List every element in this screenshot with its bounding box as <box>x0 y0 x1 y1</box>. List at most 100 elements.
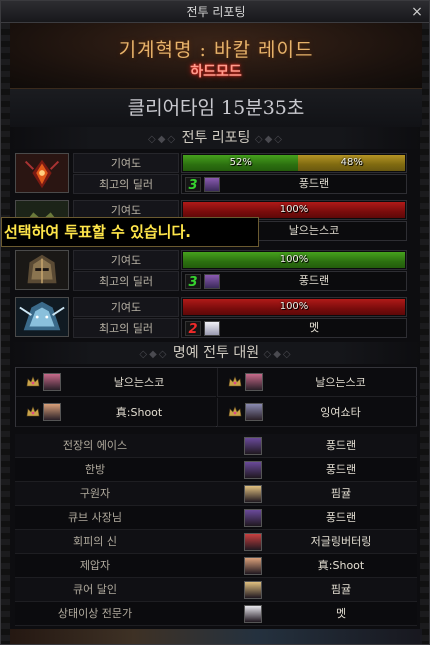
award-winner-name: 핌귤 <box>330 583 352 596</box>
report-row-grid: 기여도 최고의 딜러 100% 2 멧 <box>73 297 409 339</box>
diamond-ornament-icon: ◇◆◇ <box>263 349 293 360</box>
award-title: 상태이상 전문가 <box>57 607 133 620</box>
award-title: 구원자 <box>79 487 111 500</box>
party-number-badge: 3 <box>185 177 201 193</box>
dealer-name: 멧 <box>308 321 320 334</box>
diamond-ornament-icon: ◇◆◇ <box>148 134 178 145</box>
window-title: 전투 리포팅 <box>186 5 246 19</box>
award-winner-name: 저글링버터링 <box>310 535 372 548</box>
honor-heading: ◇◆◇ 명예 전투 대원 ◇◆◇ <box>10 342 422 364</box>
crown-icon <box>228 376 242 388</box>
close-button[interactable]: × <box>409 1 425 23</box>
raid-name: 기계혁명 : 바칼 레이드 <box>118 39 314 61</box>
honor-member-name: 날으는스코 <box>315 376 366 389</box>
top-dealer-label: 최고의 딜러 <box>73 174 179 194</box>
award-row[interactable]: 큐어 달인 핌귤 <box>15 578 417 602</box>
honor-member[interactable]: 잉여쇼타 <box>217 398 417 427</box>
diamond-ornament-icon: ◇◆◇ <box>254 134 284 145</box>
contribution-label: 기여도 <box>73 297 179 317</box>
award-title: 전장의 에이스 <box>62 439 128 452</box>
award-row[interactable]: 회피의 신 저글링버터링 <box>15 530 417 554</box>
honor-member-name: 真:Shoot <box>115 406 163 419</box>
party-number-badge: 3 <box>185 274 201 290</box>
honor-member-name: 잉여쇼타 <box>320 406 361 419</box>
award-winner-name: 真:Shoot <box>317 559 365 572</box>
award-title: 회피의 신 <box>73 535 117 548</box>
contribution-label: 기여도 <box>73 250 179 270</box>
honor-member-avatar <box>245 373 263 391</box>
contribution-bar: 100% <box>181 297 407 317</box>
honor-members-grid: 날으는스코 날으는스코 真:Shoot 잉여쇼타 <box>15 367 417 427</box>
report-row[interactable]: 기여도 최고의 딜러 52% 48% 3 풍드랜 <box>15 153 409 195</box>
award-winner-avatar <box>244 605 262 623</box>
award-title: 제압자 <box>79 559 111 572</box>
award-winner-name: 풍드랜 <box>325 439 357 452</box>
top-dealer-cell: 3 풍드랜 <box>181 174 407 194</box>
contribution-segment: 48% <box>298 155 405 171</box>
award-row[interactable]: 구원자 핌귤 <box>15 482 417 506</box>
report-row[interactable]: 기여도 최고의 딜러 100% 3 풍드랜 <box>15 250 409 292</box>
dealer-name: 풍드랜 <box>298 177 330 190</box>
dealer-name: 풍드랜 <box>298 274 330 287</box>
top-dealer-label: 최고의 딜러 <box>73 318 179 338</box>
clear-time: 클리어타임 15분35초 <box>10 89 422 127</box>
party-number-badge: 2 <box>185 321 201 337</box>
award-title: 큐어 달인 <box>73 583 117 596</box>
battle-report-heading-text: 전투 리포팅 <box>181 130 251 146</box>
crown-icon <box>228 406 242 418</box>
honor-member-name: 날으는스코 <box>113 376 165 389</box>
award-title: 큐브 사장님 <box>67 511 123 524</box>
contribution-bar: 52% 48% <box>181 153 407 173</box>
dealer-avatar <box>204 321 220 336</box>
diamond-ornament-icon: ◇◆◇ <box>139 349 169 360</box>
helmet-boss-icon <box>15 250 69 290</box>
report-row-grid: 기여도 최고의 딜러 52% 48% 3 풍드랜 <box>73 153 409 195</box>
award-winner-name: 멧 <box>335 607 347 620</box>
awards-list: 전장의 에이스 풍드랜 한방 풍드랜 구원자 핌귤 큐브 사장님 풍드랜 회피의 신 저글링버터링… <box>15 434 417 626</box>
crown-icon <box>26 406 40 418</box>
award-winner-avatar <box>244 437 262 455</box>
honor-member[interactable]: 날으는스코 <box>217 368 417 397</box>
contribution-segment: 100% <box>183 202 405 218</box>
vote-tooltip: 선택하여 투표할 수 있습니다. <box>1 217 259 247</box>
award-row[interactable]: 제압자 真:Shoot <box>15 554 417 578</box>
award-winner-avatar <box>244 485 262 503</box>
award-winner-avatar <box>244 461 262 479</box>
contribution-segment: 52% <box>183 155 299 171</box>
contribution-segment: 100% <box>183 299 405 315</box>
honor-member-avatar <box>43 373 61 391</box>
window-titlebar[interactable]: 전투 리포팅 × <box>1 1 429 23</box>
honor-member[interactable]: 날으는스코 <box>16 368 216 397</box>
award-winner-avatar <box>244 581 262 599</box>
award-row[interactable]: 상태이상 전문가 멧 <box>15 602 417 626</box>
award-winner-name: 풍드랜 <box>325 511 357 524</box>
report-row[interactable]: 기여도 최고의 딜러 100% 2 멧 <box>15 297 409 339</box>
award-row[interactable]: 큐브 사장님 풍드랜 <box>15 506 417 530</box>
report-row-grid: 기여도 최고의 딜러 100% 3 풍드랜 <box>73 250 409 292</box>
award-winner-name: 핌귤 <box>330 487 352 500</box>
raid-header-banner: 기계혁명 : 바칼 레이드 하드모드 <box>10 23 422 89</box>
award-title: 한방 <box>84 463 106 476</box>
bottom-decoration <box>10 629 422 644</box>
honor-member[interactable]: 真:Shoot <box>16 398 216 427</box>
battle-report-heading: ◇◆◇ 전투 리포팅 ◇◆◇ <box>10 127 422 149</box>
contribution-label: 기여도 <box>73 153 179 173</box>
award-winner-avatar <box>244 557 262 575</box>
battle-report-window: 전투 리포팅 × 기계혁명 : 바칼 레이드 하드모드 클리어타임 15분35초… <box>0 0 430 645</box>
award-row[interactable]: 전장의 에이스 풍드랜 <box>15 434 417 458</box>
dealer-avatar <box>204 177 220 192</box>
award-winner-avatar <box>244 533 262 551</box>
top-dealer-label: 최고의 딜러 <box>73 271 179 291</box>
dealer-avatar <box>204 274 220 289</box>
award-winner-name: 풍드랜 <box>325 463 357 476</box>
award-row[interactable]: 한방 풍드랜 <box>15 458 417 482</box>
honor-member-avatar <box>245 403 263 421</box>
contribution-bar: 100% <box>181 250 407 270</box>
contribution-segment: 100% <box>183 252 405 268</box>
left-frame-border <box>1 23 10 644</box>
difficulty-label: 하드모드 <box>190 64 242 80</box>
ice-boss-icon <box>15 297 69 337</box>
flame-boss-icon <box>15 153 69 193</box>
top-dealer-cell: 3 풍드랜 <box>181 271 407 291</box>
award-winner-avatar <box>244 509 262 527</box>
